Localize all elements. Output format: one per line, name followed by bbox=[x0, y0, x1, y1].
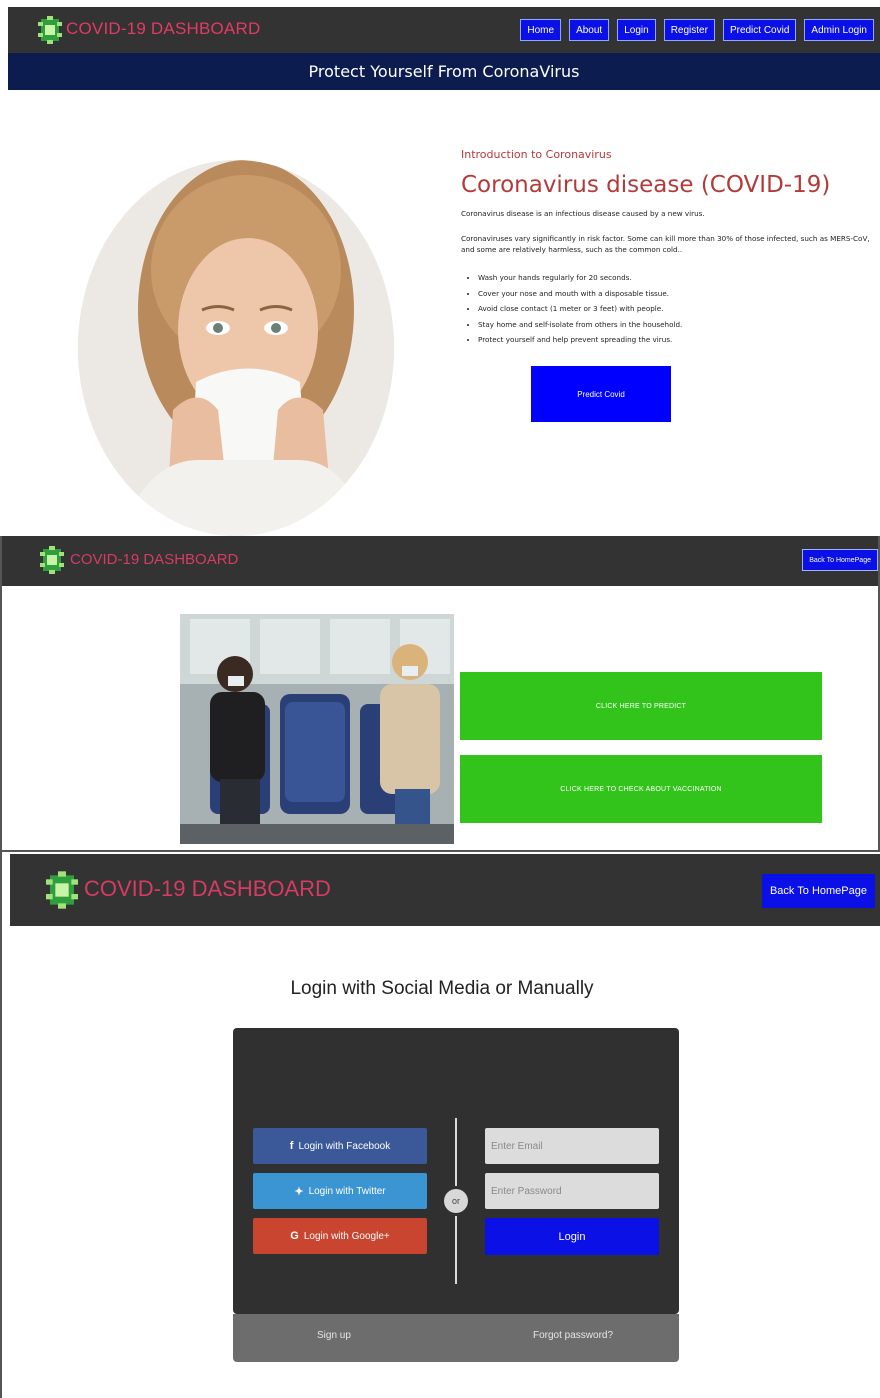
nav-predict-button[interactable]: Predict Covid bbox=[722, 19, 797, 41]
password-input[interactable] bbox=[485, 1173, 659, 1209]
top-navbar: COVID-19 DASHBOARD Back To HomePage bbox=[10, 854, 880, 926]
google-icon: G bbox=[290, 1230, 299, 1242]
choice-screen: COVID-19 DASHBOARD Back To HomePage CLIC bbox=[0, 536, 880, 852]
top-navbar: COVID-19 DASHBOARD Back To HomePage bbox=[2, 536, 878, 586]
predict-covid-button[interactable]: Predict Covid bbox=[531, 366, 671, 422]
facebook-icon: f bbox=[289, 1140, 294, 1152]
facebook-login-button[interactable]: f Login with Facebook bbox=[253, 1128, 427, 1164]
nav-home-button[interactable]: Home bbox=[520, 19, 562, 41]
login-heading: Login with Social Media or Manually bbox=[290, 978, 594, 999]
divider-line bbox=[455, 1216, 457, 1284]
twitter-icon: ✦ bbox=[294, 1185, 304, 1198]
list-item: Avoid close contact (1 meter or 3 feet) … bbox=[478, 301, 682, 317]
sneezing-woman-image bbox=[78, 160, 394, 536]
brand-title[interactable]: COVID-19 DASHBOARD bbox=[84, 876, 331, 902]
vaccination-link-button[interactable]: CLICK HERE TO CHECK ABOUT VACCINATION bbox=[460, 755, 822, 823]
list-item: Wash your hands regularly for 20 seconds… bbox=[478, 270, 682, 286]
nav-admin-login-button[interactable]: Admin Login bbox=[804, 19, 874, 41]
intro-title: Coronavirus disease (COVID-19) bbox=[461, 172, 831, 198]
intro-eyebrow: Introduction to Coronavirus bbox=[461, 148, 612, 161]
nav-register-button[interactable]: Register bbox=[663, 19, 715, 41]
signup-link[interactable]: Sign up bbox=[317, 1330, 351, 1341]
back-to-homepage-button[interactable]: Back To HomePage bbox=[761, 874, 875, 908]
list-item: Cover your nose and mouth with a disposa… bbox=[478, 286, 682, 302]
nav-menu: Home About Login Register Predict Covid … bbox=[520, 19, 874, 41]
twitter-login-button[interactable]: ✦ Login with Twitter bbox=[253, 1173, 427, 1209]
intro-paragraph-2: Coronaviruses vary significantly in risk… bbox=[461, 234, 870, 254]
prevention-tips-list: Wash your hands regularly for 20 seconds… bbox=[470, 270, 682, 348]
top-navbar: COVID-19 DASHBOARD Home About Login Regi… bbox=[8, 7, 880, 53]
home-screen: COVID-19 DASHBOARD Home About Login Regi… bbox=[0, 0, 880, 536]
or-separator: or bbox=[444, 1189, 468, 1213]
back-to-homepage-button[interactable]: Back To HomePage bbox=[802, 549, 878, 571]
virus-logo-icon bbox=[46, 870, 78, 910]
predict-link-button[interactable]: CLICK HERE TO PREDICT bbox=[460, 672, 822, 740]
virus-logo-icon bbox=[38, 16, 62, 44]
list-item: Protect yourself and help prevent spread… bbox=[478, 332, 682, 348]
facebook-login-label: Login with Facebook bbox=[298, 1140, 391, 1152]
login-screen: COVID-19 DASHBOARD Back To HomePage Logi… bbox=[0, 852, 880, 1398]
hero-banner: Protect Yourself From CoronaVirus bbox=[8, 53, 880, 90]
login-submit-button[interactable]: Login bbox=[485, 1218, 659, 1255]
google-login-button[interactable]: G Login with Google+ bbox=[253, 1218, 427, 1254]
twitter-login-label: Login with Twitter bbox=[308, 1185, 386, 1197]
list-item: Stay home and self-isolate from others i… bbox=[478, 317, 682, 333]
login-card-footer: Sign up Forgot password? bbox=[233, 1314, 679, 1362]
google-login-label: Login with Google+ bbox=[303, 1230, 390, 1242]
forgot-password-link[interactable]: Forgot password? bbox=[533, 1330, 613, 1341]
email-input[interactable] bbox=[485, 1128, 659, 1164]
nav-login-button[interactable]: Login bbox=[617, 19, 656, 41]
nav-about-button[interactable]: About bbox=[569, 19, 610, 41]
intro-paragraph-1: Coronavirus disease is an infectious dis… bbox=[461, 209, 705, 218]
virus-logo-icon bbox=[40, 546, 64, 574]
brand-title[interactable]: COVID-19 DASHBOARD bbox=[66, 19, 260, 39]
bus-passengers-image bbox=[180, 614, 454, 844]
divider-line bbox=[455, 1118, 457, 1186]
brand-title[interactable]: COVID-19 DASHBOARD bbox=[70, 551, 238, 568]
